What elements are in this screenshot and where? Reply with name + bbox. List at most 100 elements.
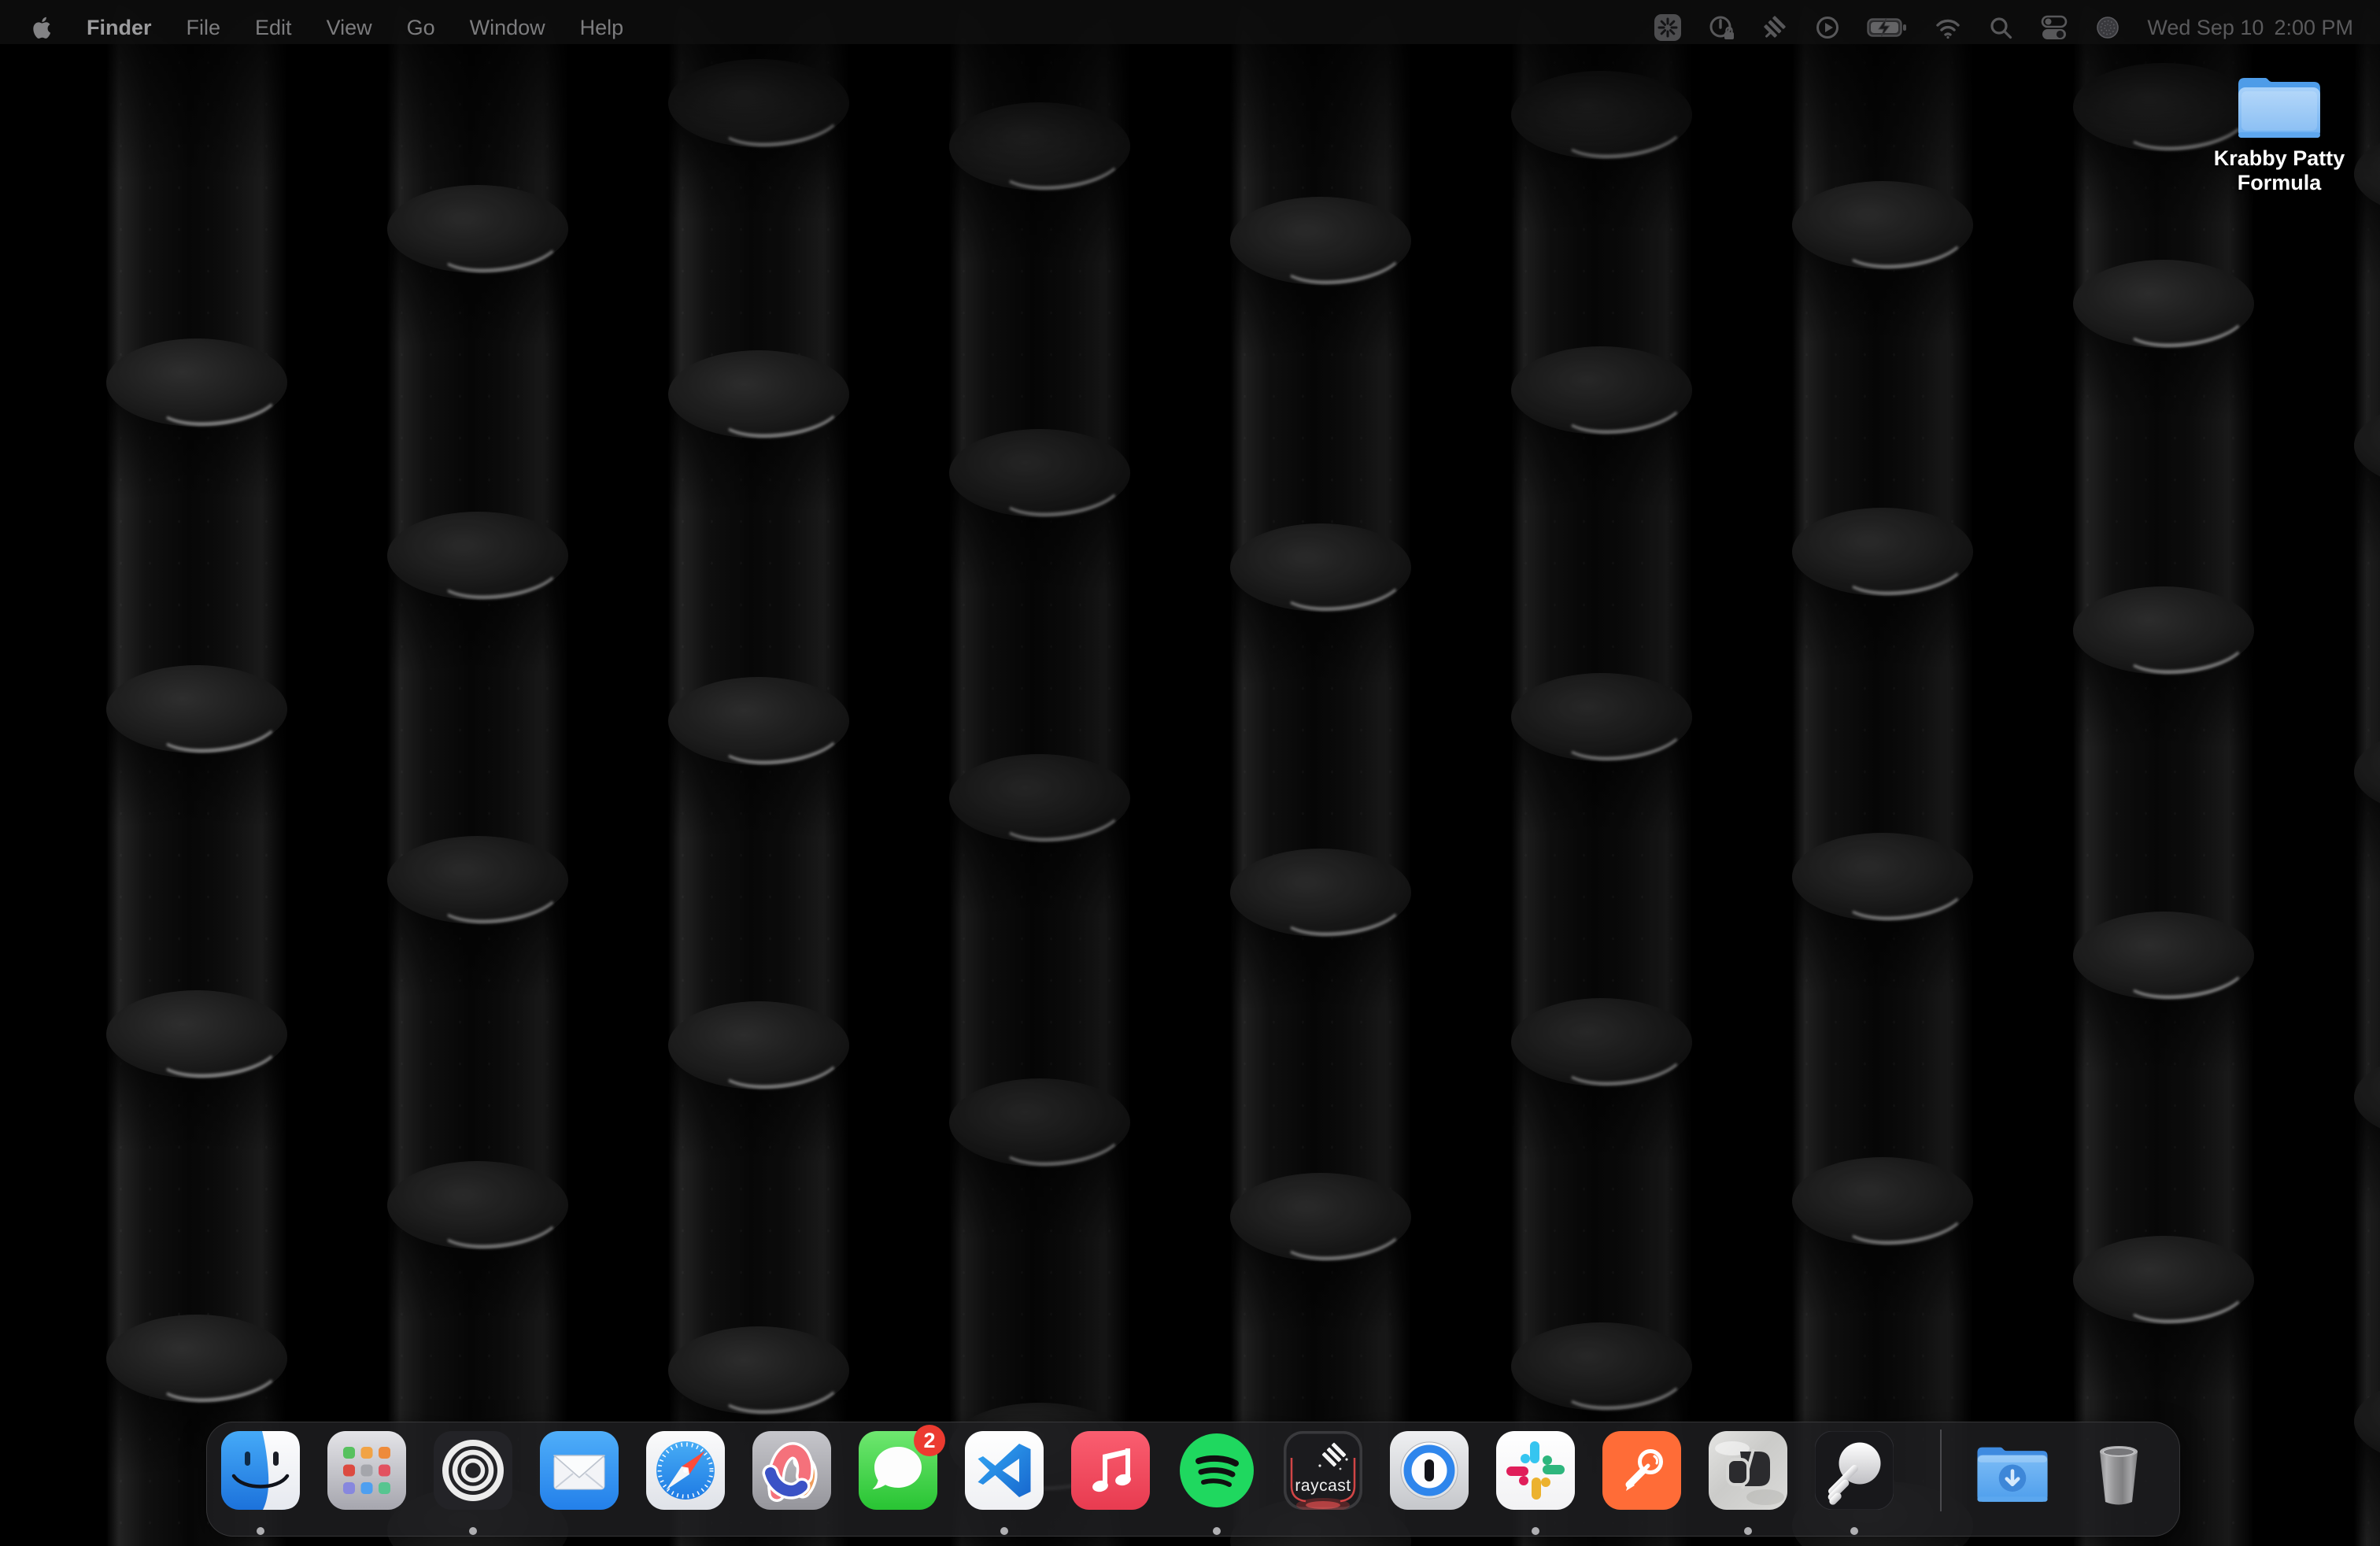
spotify-icon [1177, 1431, 1256, 1510]
cylinder-cap [387, 185, 568, 273]
wallpaper-cylinder-column [1792, 0, 1973, 1546]
cylinder-cap [106, 990, 287, 1078]
wallpaper-cylinder-column [668, 0, 849, 1546]
folder-icon [2232, 76, 2326, 140]
cylinder-cap [1511, 998, 1692, 1086]
dock-separator [1940, 1429, 1942, 1511]
clock-time: 2:00 PM [2274, 16, 2353, 40]
now-playing-icon[interactable] [1815, 15, 1840, 40]
music-icon [1071, 1431, 1150, 1510]
cylinder-cap [668, 677, 849, 765]
apple-menu-icon[interactable] [31, 16, 52, 39]
cylinder-cap [1230, 523, 1411, 612]
clock-date: Wed Sep 10 [2147, 16, 2264, 40]
dock-item-music[interactable] [1071, 1431, 1150, 1510]
dock-item-arc[interactable] [752, 1431, 831, 1510]
dock-item-target[interactable] [434, 1431, 512, 1510]
running-indicator-dot [1744, 1527, 1752, 1535]
cylinder-cap [2073, 1236, 2254, 1324]
running-indicator-dot [1532, 1527, 1539, 1535]
raycast-glitch-icon[interactable] [1761, 14, 1788, 41]
cylinder-cap [106, 338, 287, 427]
menu-item-go[interactable]: Go [407, 16, 435, 40]
wallpaper-cylinder-column [1511, 0, 1692, 1546]
cylinder-cap [668, 1326, 849, 1415]
cylinder-cap [949, 1078, 1130, 1167]
dock-item-finder[interactable] [221, 1431, 300, 1510]
dock-item-stoneapp[interactable] [1709, 1431, 1787, 1510]
dock-item-downloads[interactable] [1973, 1431, 2052, 1510]
menu-item-window[interactable]: Window [470, 16, 545, 40]
cylinder-cap [949, 429, 1130, 517]
cylinder-cap [668, 1001, 849, 1089]
dock-item-safari[interactable] [646, 1431, 725, 1510]
menu-bar-right: Wed Sep 10 2:00 PM [1654, 14, 2353, 41]
cylinder-cap [387, 1161, 568, 1249]
wallpaper [0, 0, 2380, 1546]
control-center-icon[interactable] [2040, 14, 2068, 41]
running-indicator-dot [1000, 1527, 1008, 1535]
running-indicator-dot [1213, 1527, 1221, 1535]
dock-item-spotify[interactable] [1177, 1431, 1256, 1510]
battery-charging-icon[interactable] [1867, 14, 1908, 41]
cylinder-cap [106, 665, 287, 753]
power-lock-icon[interactable] [1708, 14, 1735, 41]
status-icons [1654, 14, 2120, 41]
app-menus: File Edit View Go Window Help [187, 16, 624, 40]
notification-badge: 2 [914, 1425, 945, 1456]
dock: 2 raycast [206, 1422, 2180, 1537]
launchpad-icon [327, 1431, 406, 1510]
dock-item-launchpad[interactable] [327, 1431, 406, 1510]
cylinder-cap [1511, 1322, 1692, 1411]
cylinder-cap [668, 350, 849, 438]
cylinder-cap [1230, 1173, 1411, 1261]
menu-bar-left: Finder File Edit View Go Window Help [31, 16, 623, 40]
speckled-sphere-icon[interactable] [2095, 15, 2120, 40]
cylinder-cap [1792, 833, 1973, 921]
wifi-icon[interactable] [1935, 15, 1961, 40]
dock-item-mail[interactable] [540, 1431, 619, 1510]
menu-item-file[interactable]: File [187, 16, 221, 40]
folder-label-line2: Formula [2213, 171, 2345, 195]
target-icon [434, 1431, 512, 1510]
running-indicator-dot [257, 1527, 264, 1535]
dock-item-postman[interactable] [1602, 1431, 1681, 1510]
cylinder-cap [387, 836, 568, 924]
menu-bar-clock[interactable]: Wed Sep 10 2:00 PM [2147, 16, 2353, 40]
dock-item-raycast[interactable]: raycast [1284, 1431, 1362, 1510]
dock-item-linear[interactable] [1815, 1431, 1894, 1510]
dock-item-vscode[interactable] [965, 1431, 1044, 1510]
cylinder-cap [2073, 912, 2254, 1000]
dock-item-trash[interactable] [2079, 1431, 2158, 1510]
raycast-icon [1284, 1431, 1362, 1510]
raycast-wordmark: raycast [1284, 1477, 1362, 1496]
dock-item-slack[interactable] [1496, 1431, 1575, 1510]
menu-item-edit[interactable]: Edit [255, 16, 292, 40]
wallpaper-cylinder-column [2354, 0, 2380, 1546]
cylinder-cap [1511, 673, 1692, 761]
vscode-icon [965, 1431, 1044, 1510]
downloads-icon [1973, 1437, 2052, 1507]
wallpaper-cylinder-column [949, 0, 1130, 1546]
folder-label: Krabby Patty Formula [2213, 146, 2345, 195]
cylinder-cap [1792, 508, 1973, 596]
cylinder-cap [1792, 1157, 1973, 1245]
spotlight-search-icon[interactable] [1988, 15, 2013, 40]
finder-icon [221, 1431, 300, 1510]
mail-icon [540, 1431, 619, 1510]
onepassword-icon [1390, 1431, 1469, 1510]
dock-item-onepassword[interactable] [1390, 1431, 1469, 1510]
wallpaper-cylinder-column [1230, 0, 1411, 1546]
menu-item-view[interactable]: View [327, 16, 372, 40]
cylinder-cap [949, 754, 1130, 842]
desktop-folder-krabby-patty-formula[interactable]: Krabby Patty Formula [2213, 76, 2345, 195]
app-spinner-icon[interactable] [1654, 14, 1681, 41]
dock-item-messages[interactable]: 2 [859, 1431, 937, 1510]
cylinder-cap [2073, 586, 2254, 675]
desktop-screen: Finder File Edit View Go Window Help Wed Sep … [0, 0, 2380, 1546]
menu-bar: Finder File Edit View Go Window Help Wed Sep … [0, 0, 2380, 44]
apple-logo-icon [31, 16, 52, 39]
menu-item-help[interactable]: Help [580, 16, 624, 40]
cylinder-cap [387, 512, 568, 600]
app-menu-title[interactable]: Finder [87, 16, 152, 40]
